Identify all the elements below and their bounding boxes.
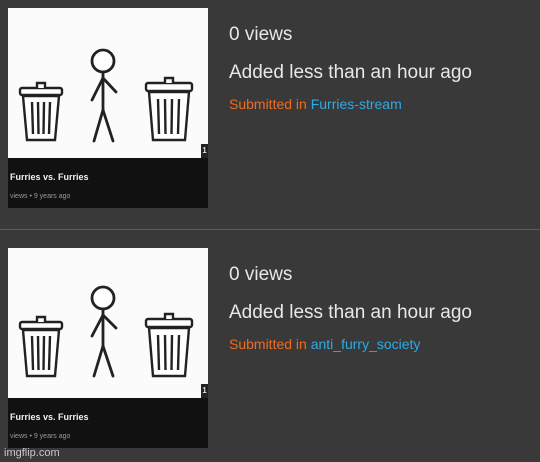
- trash-can-icon: [144, 312, 194, 378]
- entry-divider: [0, 229, 540, 230]
- submitted-prefix: Submitted in: [229, 336, 307, 352]
- added-time: Added less than an hour ago: [229, 62, 472, 83]
- thumbnail-badge: 1: [201, 144, 208, 158]
- trash-can-icon: [18, 81, 64, 142]
- thumbnail-drawing: [8, 248, 208, 398]
- video-meta: views • 9 years ago: [10, 433, 71, 440]
- submitted-line: Submitted in Furries-stream: [229, 96, 472, 112]
- video-meta: views • 9 years ago: [10, 193, 71, 200]
- stick-figure-icon: [90, 285, 118, 378]
- submitted-prefix: Submitted in: [229, 96, 307, 112]
- entry-info: 0 views Added less than an hour ago Subm…: [229, 264, 472, 352]
- thumbnail-badge: 1: [201, 384, 208, 398]
- view-count: 0 views: [229, 264, 293, 285]
- thumbnail-drawing: [8, 8, 208, 158]
- stream-link[interactable]: Furries-stream: [311, 96, 402, 112]
- submitted-line: Submitted in anti_furry_society: [229, 336, 472, 352]
- entry-info: 0 views Added less than an hour ago Subm…: [229, 24, 472, 112]
- video-title: Furries vs. Furries: [10, 412, 89, 422]
- video-thumbnail[interactable]: 1 Furries vs. Furries views • 9 years ag…: [8, 8, 208, 208]
- video-title: Furries vs. Furries: [10, 172, 89, 182]
- stick-figure-icon: [90, 48, 118, 143]
- stream-link[interactable]: anti_furry_society: [311, 336, 421, 352]
- meme-entry-2: 1 Furries vs. Furries views • 9 years ag…: [0, 232, 540, 462]
- video-thumbnail[interactable]: 1 Furries vs. Furries views • 9 years ag…: [8, 248, 208, 448]
- added-time: Added less than an hour ago: [229, 302, 472, 323]
- imgflip-watermark: imgflip.com: [4, 447, 60, 459]
- trash-can-icon: [144, 76, 194, 142]
- view-count: 0 views: [229, 24, 293, 45]
- trash-can-icon: [18, 315, 64, 378]
- meme-entry-1: 1 Furries vs. Furries views • 9 years ag…: [0, 0, 540, 230]
